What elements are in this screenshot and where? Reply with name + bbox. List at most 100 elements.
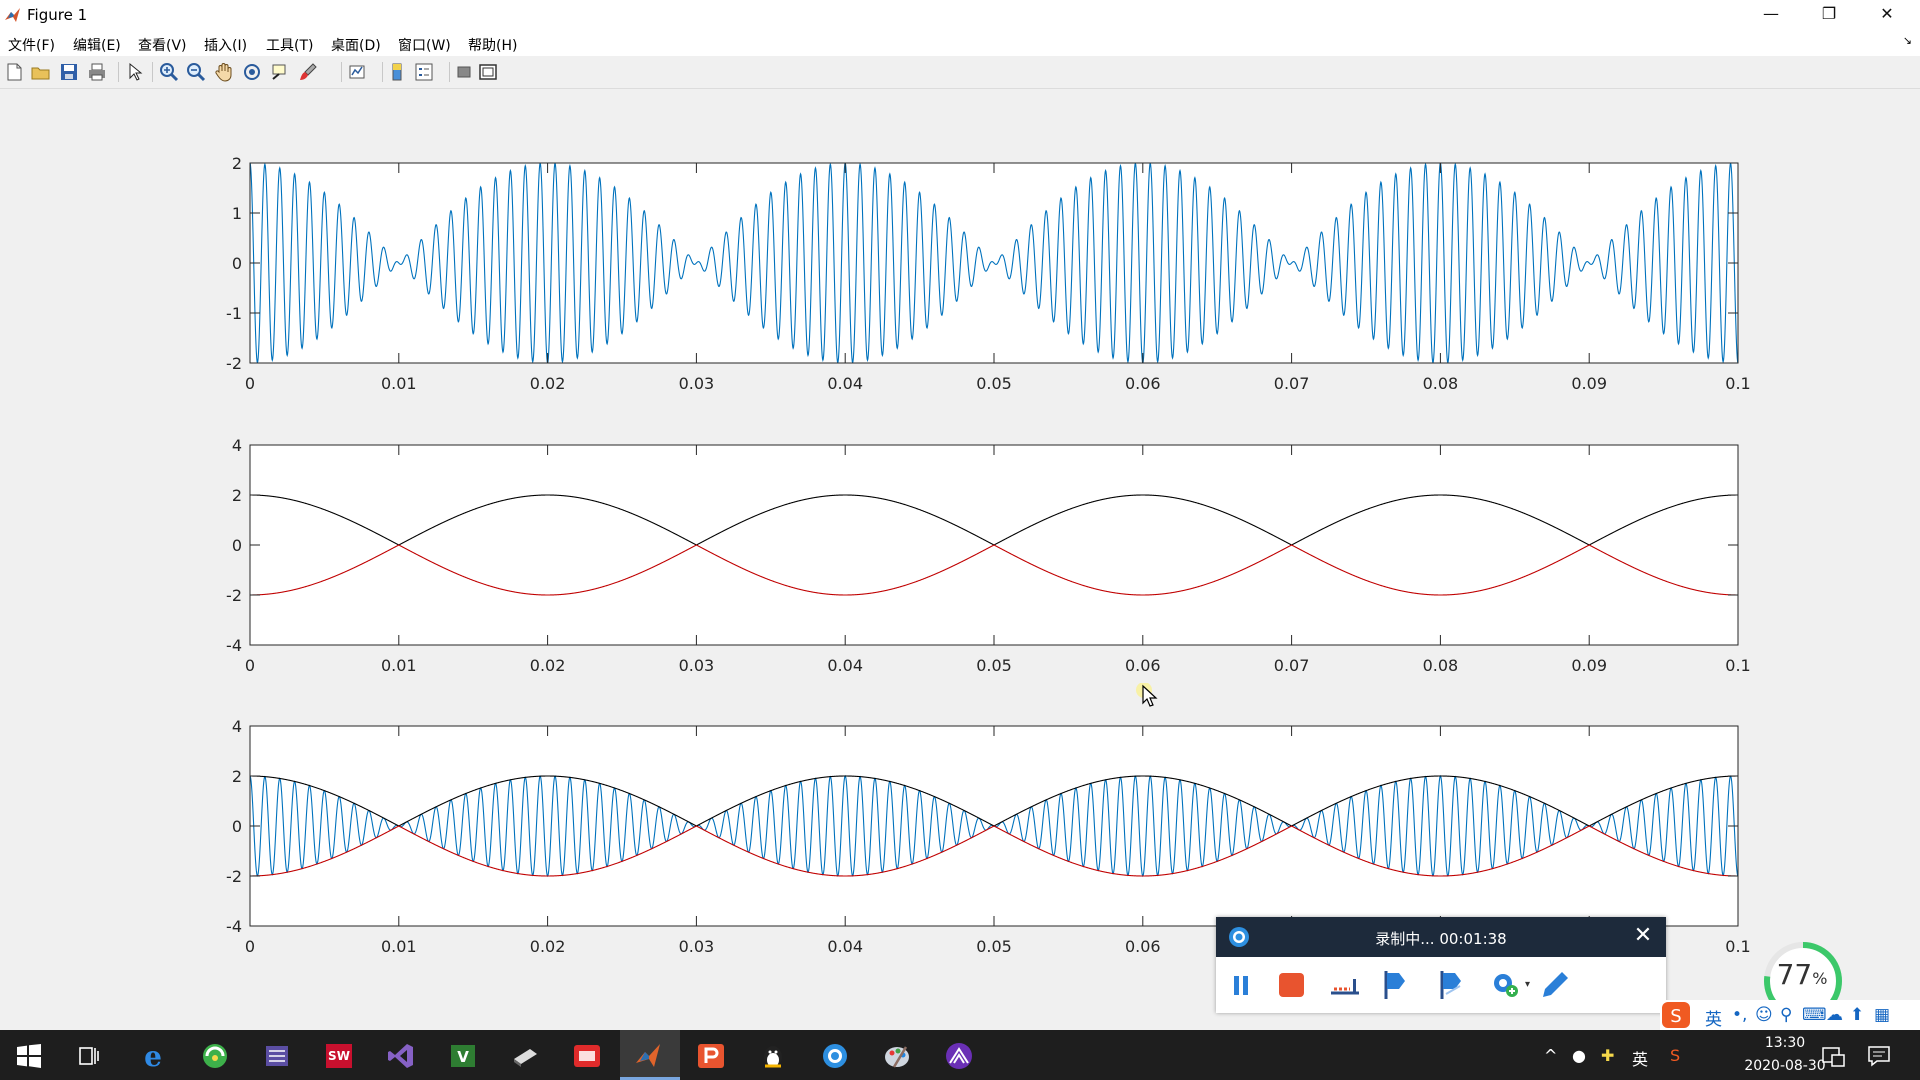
marker-left-icon[interactable] xyxy=(1380,969,1414,1001)
minimize-button[interactable]: — xyxy=(1742,0,1800,30)
gauge-unit: % xyxy=(1812,969,1828,988)
dropdown-caret-icon[interactable]: ▾ xyxy=(1525,979,1530,990)
dock-arrow-icon[interactable]: ↘ xyxy=(1903,34,1912,47)
menu-insert[interactable]: 插入(I) xyxy=(204,35,247,55)
mouse-cursor-icon xyxy=(1136,683,1158,707)
svg-text:SW: SW xyxy=(328,1049,350,1063)
x-tick-label: 0.1 xyxy=(1725,937,1750,956)
screen-recorder-taskbar-icon[interactable] xyxy=(820,1041,850,1071)
subplot-2[interactable]: 0 0.01 0.02 0.03 0.04 0.05 0.06 0.07 0.08 0.09 0.1… xyxy=(226,436,1751,675)
task-view-icon[interactable] xyxy=(74,1041,104,1071)
y-tick-label: -1 xyxy=(226,304,242,323)
new-figure-icon[interactable] xyxy=(3,61,25,83)
y-tick-label: 2 xyxy=(232,154,242,173)
gauge-number: 77 xyxy=(1776,958,1813,991)
tray-sogou-icon[interactable]: S xyxy=(1670,1046,1680,1065)
x-tick-label: 0.02 xyxy=(530,937,566,956)
ime-toolbox-icon[interactable]: ⬆ xyxy=(1850,1005,1864,1025)
marker-right-icon[interactable] xyxy=(1436,969,1470,1001)
show-plot-tools-icon[interactable] xyxy=(477,61,499,83)
ime-skin-icon[interactable]: ☁ xyxy=(1826,1005,1843,1025)
zoom-out-icon[interactable] xyxy=(185,61,207,83)
menu-desktop[interactable]: 桌面(D) xyxy=(331,35,381,55)
save-icon[interactable] xyxy=(58,61,80,83)
y-tick-label: 0 xyxy=(232,536,242,555)
stop-icon[interactable] xyxy=(1274,969,1308,1001)
select-arrow-icon[interactable] xyxy=(124,61,146,83)
windows-start-icon[interactable] xyxy=(14,1041,44,1071)
youdao-dict-icon[interactable] xyxy=(572,1041,602,1071)
subplot-1[interactable]: 0 0.01 0.02 0.03 0.04 0.05 0.06 0.07 0.08 0.09 0.1… xyxy=(226,154,1751,393)
colorbar-icon[interactable] xyxy=(386,61,408,83)
notification-center-icon[interactable] xyxy=(1866,1043,1892,1069)
menu-file[interactable]: 文件(F) xyxy=(8,35,55,55)
edge-browser-icon[interactable]: e xyxy=(138,1041,168,1071)
notebook-app-icon[interactable] xyxy=(510,1041,540,1071)
menu-help[interactable]: 帮助(H) xyxy=(468,35,517,55)
svg-text:S: S xyxy=(1670,1006,1681,1027)
print-icon[interactable] xyxy=(86,61,108,83)
ime-keyboard-icon[interactable]: ⌨ xyxy=(1802,1005,1827,1025)
visio-app-icon[interactable]: V xyxy=(448,1041,478,1071)
ime-voice-icon[interactable]: ⚲ xyxy=(1780,1005,1792,1025)
menu-edit[interactable]: 编辑(E) xyxy=(73,35,121,55)
legend-icon[interactable] xyxy=(413,61,435,83)
open-file-icon[interactable] xyxy=(30,61,52,83)
hide-plot-tools-icon[interactable] xyxy=(453,61,475,83)
zoom-in-icon[interactable] xyxy=(158,61,180,83)
x-tick-label: 0.03 xyxy=(679,937,715,956)
brush-icon[interactable] xyxy=(297,61,319,83)
x-tick-label: 0.08 xyxy=(1423,656,1459,675)
ime-language-toggle[interactable]: 英 xyxy=(1705,1005,1722,1030)
data-cursor-icon[interactable] xyxy=(269,61,291,83)
ime-grid-icon[interactable]: ▦ xyxy=(1874,1005,1890,1025)
pen-icon[interactable] xyxy=(1538,969,1572,1001)
menu-window[interactable]: 窗口(W) xyxy=(398,35,451,55)
wps-presentation-icon[interactable] xyxy=(696,1041,726,1071)
close-window-button[interactable]: ✕ xyxy=(1858,0,1916,30)
restore-button[interactable]: ❐ xyxy=(1800,0,1858,30)
x-tick-label: 0.09 xyxy=(1571,656,1607,675)
solidworks-icon[interactable]: SW xyxy=(324,1041,354,1071)
y-tick-label: 2 xyxy=(232,486,242,505)
svg-text:e: e xyxy=(144,1041,162,1071)
menu-view[interactable]: 查看(V) xyxy=(138,35,187,55)
x-tick-label: 0.09 xyxy=(1571,374,1607,393)
virtual-desktop-icon[interactable] xyxy=(1820,1043,1846,1069)
browser-360-icon[interactable] xyxy=(200,1041,230,1071)
menu-tools[interactable]: 工具(T) xyxy=(266,35,313,55)
tray-qq-icon[interactable]: ● xyxy=(1572,1046,1586,1065)
tray-language-indicator[interactable]: 英 xyxy=(1632,1046,1648,1070)
trim-icon[interactable] xyxy=(1328,969,1362,1001)
x-tick-label: 0.06 xyxy=(1125,937,1161,956)
ime-punctuation-icon[interactable]: •, xyxy=(1732,1005,1747,1025)
visual-studio-icon[interactable] xyxy=(386,1041,416,1071)
recorder-header: 录制中... 00:01:38 ✕ xyxy=(1216,917,1666,957)
pan-hand-icon[interactable] xyxy=(213,61,235,83)
tray-expand-icon[interactable]: ^ xyxy=(1544,1046,1557,1065)
figure-canvas: 0 0.01 0.02 0.03 0.04 0.05 0.06 0.07 0.08 0.09 0.1… xyxy=(0,89,1920,1028)
link-plot-icon[interactable] xyxy=(347,61,369,83)
calculator-app-icon[interactable] xyxy=(262,1041,292,1071)
qq-penguin-icon[interactable] xyxy=(758,1041,788,1071)
recorder-close-button[interactable]: ✕ xyxy=(1630,923,1656,949)
x-tick-label: 0 xyxy=(245,374,255,393)
y-tick-label: 2 xyxy=(232,767,242,786)
screen-recorder-panel: 录制中... 00:01:38 ✕ ▾ xyxy=(1216,917,1666,1013)
pause-icon[interactable] xyxy=(1224,969,1258,1001)
toolbar-separator xyxy=(449,62,450,82)
toolbar-separator xyxy=(382,62,383,82)
rotate-3d-icon[interactable] xyxy=(241,61,263,83)
tray-360-icon[interactable]: ✚ xyxy=(1601,1046,1614,1065)
webcam-add-icon[interactable] xyxy=(1490,969,1524,1001)
x-tick-label: 0.07 xyxy=(1274,656,1310,675)
x-tick-label: 0.01 xyxy=(381,937,417,956)
purple-app-icon[interactable] xyxy=(944,1041,974,1071)
ime-emoji-icon[interactable]: ☺ xyxy=(1755,1005,1773,1025)
window-title: Figure 1 xyxy=(27,6,88,24)
matlab-taskbar-icon[interactable] xyxy=(634,1041,664,1071)
matlab-logo-icon xyxy=(5,8,20,22)
x-tick-label: 0.07 xyxy=(1274,374,1310,393)
sogou-logo-icon[interactable]: S xyxy=(1662,1002,1690,1028)
paint-palette-icon[interactable] xyxy=(882,1041,912,1071)
